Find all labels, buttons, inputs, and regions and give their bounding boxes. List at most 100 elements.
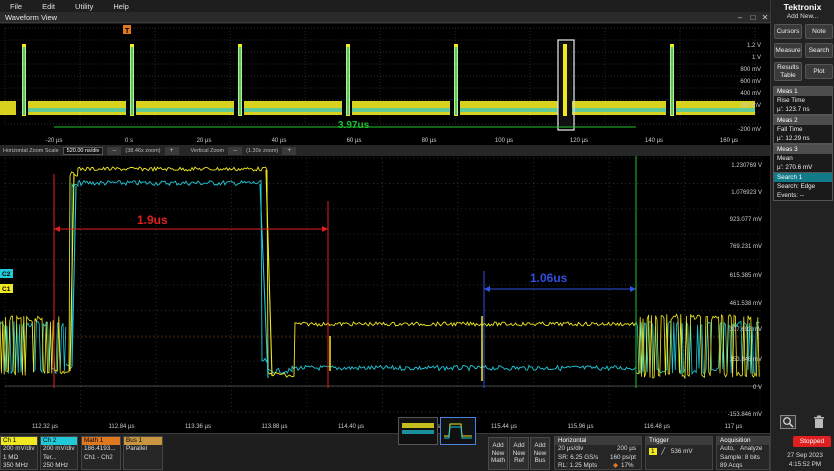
add-new-label: Add New... [786, 13, 819, 20]
note-button[interactable]: Note [805, 24, 833, 39]
blue-arrow-right-icon [630, 286, 636, 292]
acquisition-line-1: Auto, Analyze [717, 445, 769, 454]
ov-ch2-pulse [347, 47, 349, 115]
ov-x-tick-label: 160 µs [720, 138, 738, 144]
search-button[interactable]: Search [805, 43, 833, 58]
time-label: 4:15:52 PM [788, 461, 822, 468]
run-stop-status[interactable]: Stopped [793, 436, 831, 447]
meas3-title: Meas 3 [774, 145, 832, 154]
ov-ch1-burst [0, 101, 16, 115]
math1-value: 186.4193... [84, 445, 116, 452]
menu-file[interactable]: File [0, 2, 32, 11]
acquisition-panel[interactable]: Acquisition Auto, Analyze Sample: 8 bits… [716, 436, 770, 470]
ov-ch2-pulse [455, 47, 457, 115]
mn-x-tick-label: 116.48 µs [644, 424, 670, 430]
overview-waveform[interactable]: 3.97us 1.2 V 1 V 800 mV 600 mV 400 mV 200 mV -… [0, 24, 770, 145]
v-zoom-minus-button[interactable]: – [228, 146, 243, 155]
waveform-thumbnail-2[interactable] [440, 417, 476, 445]
trash-icon[interactable] [812, 415, 826, 429]
rising-edge-icon: ╱ [661, 448, 666, 455]
vertical-zoom-label: Vertical Zoom [190, 147, 225, 154]
bottom-settings-bar: Ch 1 200 mV/div 1 MΩ 350 MHz Ch 2 200 mV… [0, 417, 770, 471]
menu-edit[interactable]: Edit [32, 2, 65, 11]
cursors-button[interactable]: Cursors [774, 24, 802, 39]
ch1-badge[interactable]: Ch 1 200 mV/div 1 MΩ 350 MHz [0, 436, 38, 470]
blue-span-label: 1.06us [530, 271, 568, 285]
trigger-pos-icon: ◆ [613, 462, 618, 469]
ov-ch2-burst [136, 108, 234, 112]
bus1-badge[interactable]: Bus 1 Parallel [123, 436, 163, 470]
bus1-type: Parallel [126, 445, 147, 452]
meas3-value: µ': 270.6 mV [777, 164, 813, 171]
overview-span-label: 3.97us [338, 120, 370, 131]
acquisition-mode: Auto, [720, 445, 735, 452]
ch2-badge-title: Ch 2 [41, 437, 77, 445]
math1-badge[interactable]: Math 1 186.4193... Ch1 - Ch2 [81, 436, 121, 470]
mn-y-tick-label: 461.538 mV [730, 301, 762, 307]
mn-x-tick-label: 114.40 µs [338, 424, 364, 430]
results-table-button[interactable]: Results Table [774, 62, 802, 81]
ov-x-tick-label: -20 µs [46, 138, 63, 144]
zoom-waveform-plot[interactable]: 1.230769 V 1.076923 V 923.077 mV 769.231 mV… [0, 156, 770, 433]
meas2-badge[interactable]: Meas 2 Fall Time µ': 12.29 ns [773, 115, 833, 144]
search1-badge[interactable]: Search 1 Search: Edge Events: -- [773, 172, 833, 201]
ov-x-tick-label: 20 µs [197, 138, 212, 144]
math1-expr: Ch1 - Ch2 [84, 453, 113, 461]
waveform-view-titlebar: Waveform View – □ ✕ [0, 12, 770, 23]
add-math-l3: Math [491, 457, 505, 464]
results-label-1: Results [777, 64, 799, 71]
horizontal-line-1: 20 µs/div 200 µs [555, 445, 641, 454]
add-ref-l1: Add [513, 442, 525, 449]
horizontal-line-2: SR: 6.25 GS/s 160 ps/pt [555, 454, 641, 463]
add-new-ref-button[interactable]: Add New Ref [509, 437, 529, 470]
ov-x-tick-label: 0 s [125, 138, 133, 144]
right-control-panel: Tektronix Add New... Cursors Note Measur… [770, 0, 834, 471]
horizontal-panel[interactable]: Horizontal 20 µs/div 200 µs SR: 6.25 GS/… [554, 436, 642, 470]
zoom-tool-icon[interactable] [780, 415, 796, 429]
h-zoom-plus-button[interactable]: + [164, 146, 179, 155]
add-bus-l2: New [533, 449, 547, 457]
menu-help[interactable]: Help [103, 2, 138, 11]
ch2-badge[interactable]: Ch 2 200 mV/div Ter... 250 MHz [40, 436, 78, 470]
ov-x-tick-label: 140 µs [645, 138, 663, 144]
red-arrow-right-icon [322, 226, 328, 232]
h-zoom-minus-button[interactable]: – [107, 146, 122, 155]
horizontal-zoom-value[interactable]: 520.00 ns/div [62, 146, 104, 155]
ov-ch2-burst [28, 108, 126, 112]
mn-x-tick-label: 113.36 µs [185, 424, 211, 430]
trigger-line: 1 ╱ 536 mV [646, 448, 712, 457]
waveform-thumbnail-1[interactable] [398, 417, 438, 445]
minimize-icon[interactable]: – [734, 12, 746, 23]
ov-ch2-burst [352, 108, 450, 112]
measure-button[interactable]: Measure [774, 43, 802, 58]
menu-bar: File Edit Utility Help [0, 0, 770, 12]
ch2-marker-label: C2 [2, 271, 11, 278]
acquisition-title: Acquisition [717, 437, 769, 445]
mn-y-tick-label: 1.230769 V [731, 163, 762, 169]
menu-utility[interactable]: Utility [65, 2, 103, 11]
zoom-scale-strip: Horizontal Zoom Scale 520.00 ns/div – (3… [0, 145, 770, 156]
meas3-badge[interactable]: Meas 3 Mean µ': 270.6 mV [773, 144, 833, 173]
brand-logo: Tektronix [783, 2, 822, 12]
add-new-bus-button[interactable]: Add New Bus [530, 437, 550, 470]
v-zoom-plus-button[interactable]: + [282, 146, 297, 155]
plot-button[interactable]: Plot [805, 64, 833, 79]
ch2-rising-edge [71, 185, 77, 367]
add-new-math-button[interactable]: Add New Math [488, 437, 508, 470]
date-label: 27 Sep 2023 [787, 452, 823, 459]
meas3-name: Mean [777, 155, 793, 162]
mn-y-tick-label: 0 V [753, 385, 762, 391]
meas1-name: Rise Time [777, 97, 805, 104]
meas1-badge[interactable]: Meas 1 Rise Time µ': 123.7 ns [773, 86, 833, 115]
trigger-panel[interactable]: Trigger 1 ╱ 536 mV [645, 436, 713, 470]
ov-ch2-burst [568, 108, 666, 112]
ov-ch2-pulse [239, 47, 241, 115]
waveform-view-title: Waveform View [5, 12, 58, 22]
trigger-title: Trigger [646, 437, 712, 445]
horizontal-resolution: 160 ps/pt [610, 453, 636, 461]
horizontal-duration: 200 µs [617, 445, 637, 452]
trigger-channel: 1 [649, 448, 657, 455]
acquisition-count: 89 Acqs [720, 462, 743, 469]
search1-title: Search 1 [774, 173, 832, 182]
maximize-icon[interactable]: □ [747, 12, 759, 23]
